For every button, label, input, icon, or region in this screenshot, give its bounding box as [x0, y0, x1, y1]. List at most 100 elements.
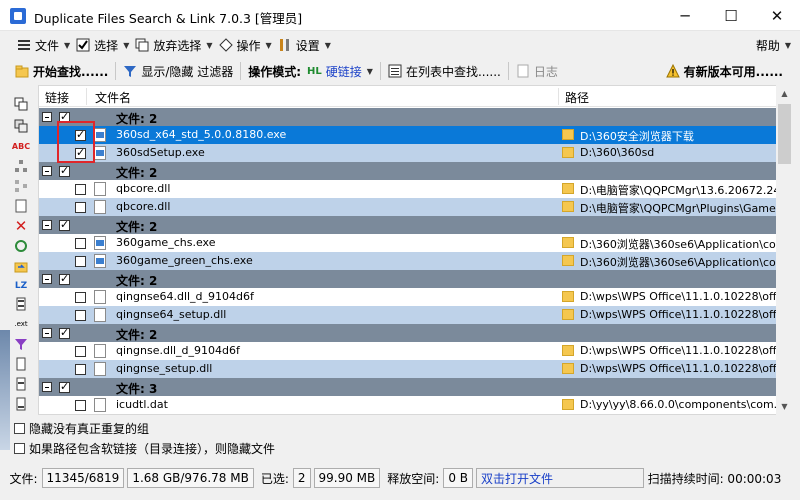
abc-rename-icon[interactable]: ABC: [12, 138, 30, 154]
title-bar: Duplicate Files Search & Link 7.0.3 [管理员…: [0, 0, 800, 31]
close-button[interactable]: ✕: [754, 0, 800, 31]
column-alt-icon[interactable]: [12, 376, 30, 392]
collapse-icon[interactable]: [42, 220, 52, 230]
file-link-checkbox[interactable]: [75, 238, 86, 249]
file-row[interactable]: 360game_green_chs.exe D:\360浏览器\360se6\A…: [39, 252, 777, 270]
column-end-icon[interactable]: [12, 396, 30, 412]
collapse-icon[interactable]: [42, 112, 52, 122]
group-row[interactable]: 文件: 2: [39, 108, 777, 126]
move-to-folder-icon[interactable]: [12, 258, 30, 274]
group-checkbox[interactable]: [59, 218, 70, 231]
scroll-thumb[interactable]: [778, 104, 791, 164]
file-link-checkbox[interactable]: [75, 346, 86, 357]
scroll-up-icon[interactable]: ▲: [776, 85, 793, 102]
option-hide-not-dup[interactable]: 隐藏没有真正重复的组: [14, 420, 149, 437]
menu-deselect[interactable]: 放弃选择 ▼: [132, 34, 215, 56]
scroll-down-icon[interactable]: ▼: [776, 398, 793, 415]
copy-files-icon[interactable]: [12, 118, 30, 134]
status-free-value: 0 B: [443, 468, 473, 488]
checkbox[interactable]: [14, 423, 25, 434]
duplicate-file-list[interactable]: 链接 文件名 路径 文件: 2 360sd_x64_std_5.0.0.8180…: [38, 85, 778, 415]
group-row[interactable]: 文件: 2: [39, 270, 777, 288]
file-link-checkbox[interactable]: [75, 256, 86, 267]
file-link-checkbox[interactable]: [75, 128, 86, 141]
group-checkbox[interactable]: [59, 164, 70, 177]
collapse-icon[interactable]: [42, 328, 52, 338]
file-path-cell: D:\wps\WPS Office\11.1.0.10228\office: [560, 342, 777, 360]
menu-action[interactable]: 操作 ▼: [216, 34, 275, 56]
filter-toggle-button[interactable]: 显示/隐藏 过滤器: [120, 60, 236, 82]
group-checkbox[interactable]: [59, 110, 70, 123]
group-row[interactable]: 文件: 2: [39, 162, 777, 180]
group-count-label: 文件: 3: [116, 382, 158, 396]
menu-file[interactable]: 文件 ▼: [14, 34, 73, 56]
column-divider[interactable]: [558, 88, 559, 105]
group-row[interactable]: 文件: 2: [39, 216, 777, 234]
file-link-checkbox[interactable]: [75, 292, 86, 303]
funnel-icon[interactable]: [12, 336, 30, 352]
start-search-button[interactable]: 开始查找......: [12, 60, 111, 82]
column-path[interactable]: 路径: [565, 89, 589, 106]
file-link-checkbox[interactable]: [75, 400, 86, 411]
menu-help[interactable]: 帮助 ▼: [753, 34, 794, 56]
find-in-list-button[interactable]: 在列表中查找......: [385, 60, 504, 82]
status-bar: 文件: 11345/6819 1.68 GB/976.78 MB 已选: 2 9…: [0, 466, 800, 490]
file-link-checkbox[interactable]: [75, 184, 86, 195]
column-icon[interactable]: [12, 356, 30, 372]
file-row[interactable]: qingnse64.dll_d_9104d6f D:\wps\WPS Offic…: [39, 288, 777, 306]
group-checkbox[interactable]: [59, 272, 70, 285]
file-list-icon[interactable]: [12, 198, 30, 214]
ext-icon[interactable]: .ext: [12, 316, 30, 332]
menu-select[interactable]: 选择 ▼: [73, 34, 132, 56]
tree-icon[interactable]: [12, 178, 30, 194]
file-path: D:\wps\WPS Office\11.1.0.10228\office: [580, 308, 778, 321]
group-row[interactable]: 文件: 3: [39, 378, 777, 396]
file-row[interactable]: 360sdSetup.exe D:\360\360sd: [39, 144, 777, 162]
vertical-scrollbar[interactable]: ▲ ▼: [776, 85, 793, 415]
file-row[interactable]: 360sd_x64_std_5.0.0.8180.exe D:\360安全浏览器…: [39, 126, 777, 144]
file-row[interactable]: qingnse_setup.dll D:\wps\WPS Office\11.1…: [39, 360, 777, 378]
recycle-icon[interactable]: [12, 238, 30, 254]
new-version-button[interactable]: 有新版本可用......: [663, 60, 786, 82]
collapse-icon[interactable]: [42, 274, 52, 284]
file-link-checkbox[interactable]: [75, 364, 86, 375]
status-scan-duration: 扫描持续时间: 00:00:03: [647, 471, 782, 486]
select-group-icon[interactable]: [12, 96, 30, 112]
collapse-icon[interactable]: [42, 166, 52, 176]
file-name: qingnse64.dll_d_9104d6f: [116, 290, 254, 303]
menu-settings[interactable]: 设置 ▼: [275, 34, 334, 56]
option-hide-symlink[interactable]: 如果路径包含软链接（目录连接），则隐藏文件: [14, 440, 275, 457]
list-icon: [17, 38, 31, 52]
file-link-checkbox[interactable]: [75, 146, 86, 159]
file-row[interactable]: 360game_chs.exe D:\360浏览器\360se6\Applica…: [39, 234, 777, 252]
log-button[interactable]: 日志: [513, 60, 561, 82]
file-link-checkbox[interactable]: [75, 202, 86, 213]
hierarchy-icon[interactable]: [12, 158, 30, 174]
checkbox[interactable]: [14, 443, 25, 454]
film-icon[interactable]: [12, 296, 30, 312]
file-link-checkbox[interactable]: [75, 310, 86, 321]
file-path-cell: D:\360浏览器\360se6\Application\comp: [560, 234, 777, 252]
file-row[interactable]: qbcore.dll D:\电脑管家\QQPCMgr\Plugins\GameA: [39, 198, 777, 216]
file-row[interactable]: icudtl.dat D:\yy\yy\8.66.0.0\components\…: [39, 396, 777, 414]
file-row[interactable]: qingnse.dll_d_9104d6f D:\wps\WPS Office\…: [39, 342, 777, 360]
group-row[interactable]: 文件: 2: [39, 324, 777, 342]
exe-file-icon: [94, 254, 106, 268]
file-row[interactable]: qbcore.dll D:\电脑管家\QQPCMgr\13.6.20672.24…: [39, 180, 777, 198]
new-version-label: 有新版本可用......: [683, 64, 783, 79]
lz-icon[interactable]: LZ: [12, 278, 30, 294]
maximize-button[interactable]: ☐: [708, 0, 754, 31]
mode-dropdown[interactable]: HL 硬链接 ▼: [304, 60, 376, 82]
folder-icon: [562, 147, 574, 158]
column-filename[interactable]: 文件名: [95, 89, 131, 106]
file-row[interactable]: qingnse64_setup.dll D:\wps\WPS Office\11…: [39, 306, 778, 324]
maximize-icon: ☐: [724, 6, 738, 25]
column-divider[interactable]: [86, 88, 87, 105]
group-checkbox[interactable]: [59, 380, 70, 393]
collapse-icon[interactable]: [42, 382, 52, 392]
delete-icon[interactable]: ✕: [12, 217, 30, 235]
minimize-button[interactable]: ─: [662, 0, 708, 31]
column-link[interactable]: 链接: [45, 89, 69, 106]
group-checkbox[interactable]: [59, 326, 70, 339]
file-icon: [94, 182, 106, 196]
